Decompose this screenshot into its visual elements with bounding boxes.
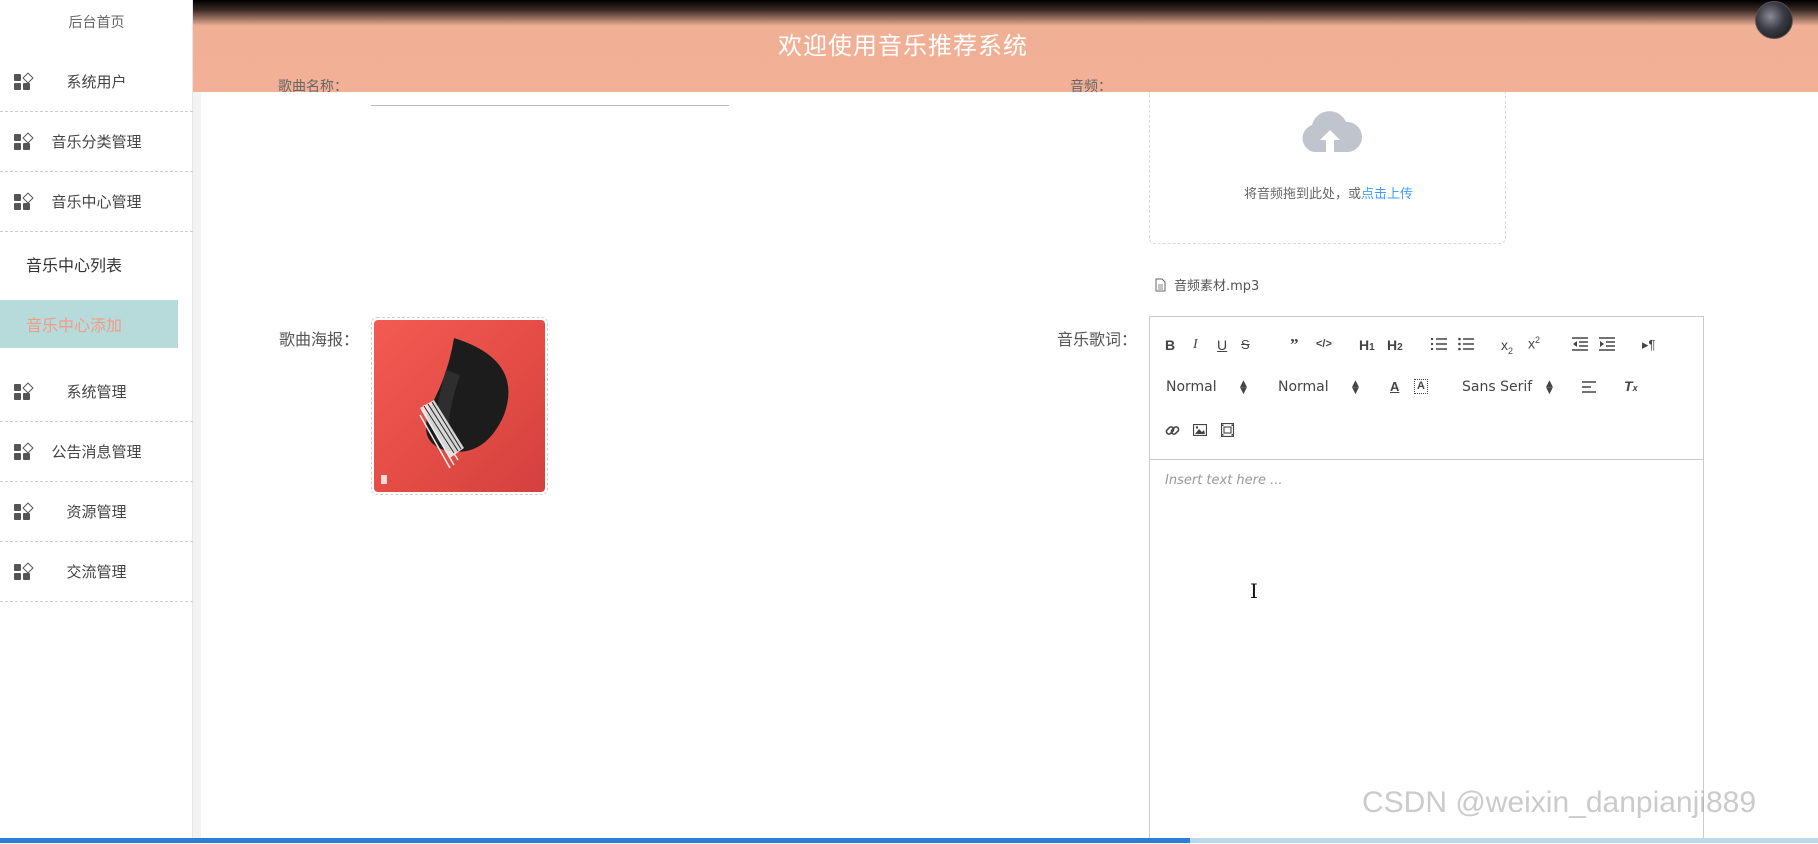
ordered-list-icon[interactable] [1431, 337, 1447, 351]
song-name-label: 歌曲名称： [278, 79, 348, 95]
lyrics-label: 音乐歌词： [1057, 330, 1138, 349]
subscript-button[interactable]: x2 [1501, 337, 1513, 356]
upload-hint-text: 将音频拖到此处，或 [1243, 187, 1361, 202]
sidebar-item-label: 交流管理 [66, 563, 127, 581]
csdn-watermark: CSDN @weixin_danpianji889 [1362, 786, 1756, 819]
sidebar-item-users[interactable]: 系统用户 [0, 52, 193, 112]
editor-placeholder: Insert text here ... [1165, 473, 1283, 488]
italic-button[interactable]: I [1193, 337, 1198, 353]
sidebar-item-label: 系统用户 [66, 73, 127, 91]
clear-format-button[interactable]: Tx [1624, 378, 1638, 394]
sidebar-item-label: 音乐分类管理 [51, 133, 142, 151]
sidebar-subitem-label: 音乐中心列表 [26, 256, 123, 275]
code-block-button[interactable]: </> [1316, 338, 1332, 350]
rich-text-editor: B I U S ” </> H1 H2 x2 x2 ▸¶ Normal ▲ ▼ N… [1149, 316, 1704, 843]
text-color-button[interactable]: A [1390, 379, 1399, 394]
sidebar-item-label: 资源管理 [66, 503, 127, 521]
sidebar-item-announcements[interactable]: 公告消息管理 [0, 422, 193, 482]
indent-icon[interactable] [1599, 337, 1615, 351]
uploaded-file-name: 音频素材.mp3 [1174, 279, 1260, 294]
bold-button[interactable]: B [1165, 337, 1175, 353]
audio-upload-dropzone[interactable]: 将音频拖到此处，或点击上传 [1149, 92, 1506, 244]
document-icon [1155, 278, 1166, 291]
text-cursor-icon: I [1250, 579, 1258, 603]
sidebar-subitem-music-add[interactable]: 音乐中心添加 [0, 300, 178, 348]
sidebar-item-music-category[interactable]: 音乐分类管理 [0, 112, 193, 172]
header-select-value: Normal [1278, 379, 1329, 395]
size-select-value: Normal [1166, 379, 1217, 395]
page-title: 欢迎使用音乐推荐系统 [778, 32, 1028, 60]
avatar[interactable] [1755, 1, 1793, 39]
link-icon[interactable] [1165, 423, 1180, 438]
top-header: 欢迎使用音乐推荐系统 [193, 0, 1818, 92]
song-name-input[interactable] [371, 105, 729, 106]
bottom-progress-track [1190, 838, 1818, 843]
blockquote-button[interactable]: ” [1290, 335, 1299, 355]
sidebar-subitem-label: 音乐中心添加 [26, 316, 123, 335]
select-arrows-icon: ▲ ▼ [1546, 379, 1553, 396]
h2-button[interactable]: H2 [1387, 337, 1403, 353]
sidebar: 后台首页 系统用户 音乐分类管理 音乐中心管理 音乐中心列表 音乐中心添加 系统… [0, 0, 193, 843]
sidebar-item-label: 系统管理 [66, 383, 127, 401]
click-upload-link[interactable]: 点击上传 [1361, 187, 1413, 202]
superscript-button[interactable]: x2 [1528, 335, 1540, 352]
sidebar-item-system[interactable]: 系统管理 [0, 362, 193, 422]
sidebar-subitem-music-list[interactable]: 音乐中心列表 [0, 240, 178, 288]
outdent-icon[interactable] [1572, 337, 1588, 351]
sidebar-item-resources[interactable]: 资源管理 [0, 482, 193, 542]
text-direction-button[interactable]: ▸¶ [1642, 337, 1656, 353]
audio-label: 音频： [1070, 79, 1112, 95]
sidebar-item-label: 音乐中心管理 [51, 193, 142, 211]
video-icon[interactable] [1221, 423, 1234, 437]
poster-uploader[interactable] [371, 317, 548, 495]
font-select[interactable]: Sans Serif ▲ ▼ [1462, 379, 1557, 396]
background-color-button[interactable]: A [1414, 379, 1428, 394]
poster-label: 歌曲海报： [279, 330, 360, 349]
uploaded-file-item[interactable]: 音频素材.mp3 [1155, 275, 1259, 294]
size-select[interactable]: Normal ▲ ▼ [1166, 379, 1251, 396]
capture-watermark: Capture4.0.2软件录制 [0, 2, 118, 16]
bullet-list-icon[interactable] [1458, 337, 1474, 351]
content-left-gutter [193, 92, 201, 843]
bottom-progress-bar [0, 838, 1818, 843]
upload-hint: 将音频拖到此处，或点击上传 [1150, 183, 1507, 202]
sidebar-item-music-center[interactable]: 音乐中心管理 [0, 172, 193, 232]
select-arrows-icon: ▲ ▼ [1352, 379, 1359, 396]
sidebar-item-communication[interactable]: 交流管理 [0, 542, 193, 602]
font-select-value: Sans Serif [1462, 379, 1533, 395]
image-icon[interactable] [1193, 424, 1207, 436]
sidebar-item-label: 公告消息管理 [51, 443, 142, 461]
upload-cloud-icon [1302, 111, 1362, 152]
poster-image [374, 320, 545, 492]
select-arrows-icon: ▲ ▼ [1240, 379, 1247, 396]
align-icon[interactable] [1582, 381, 1596, 393]
h1-button[interactable]: H1 [1359, 337, 1375, 353]
editor-toolbar: B I U S ” </> H1 H2 x2 x2 ▸¶ Normal ▲ ▼ N… [1150, 317, 1703, 460]
underline-button[interactable]: U [1217, 337, 1227, 353]
strike-button[interactable]: S [1241, 337, 1250, 352]
header-select[interactable]: Normal ▲ ▼ [1278, 379, 1363, 396]
